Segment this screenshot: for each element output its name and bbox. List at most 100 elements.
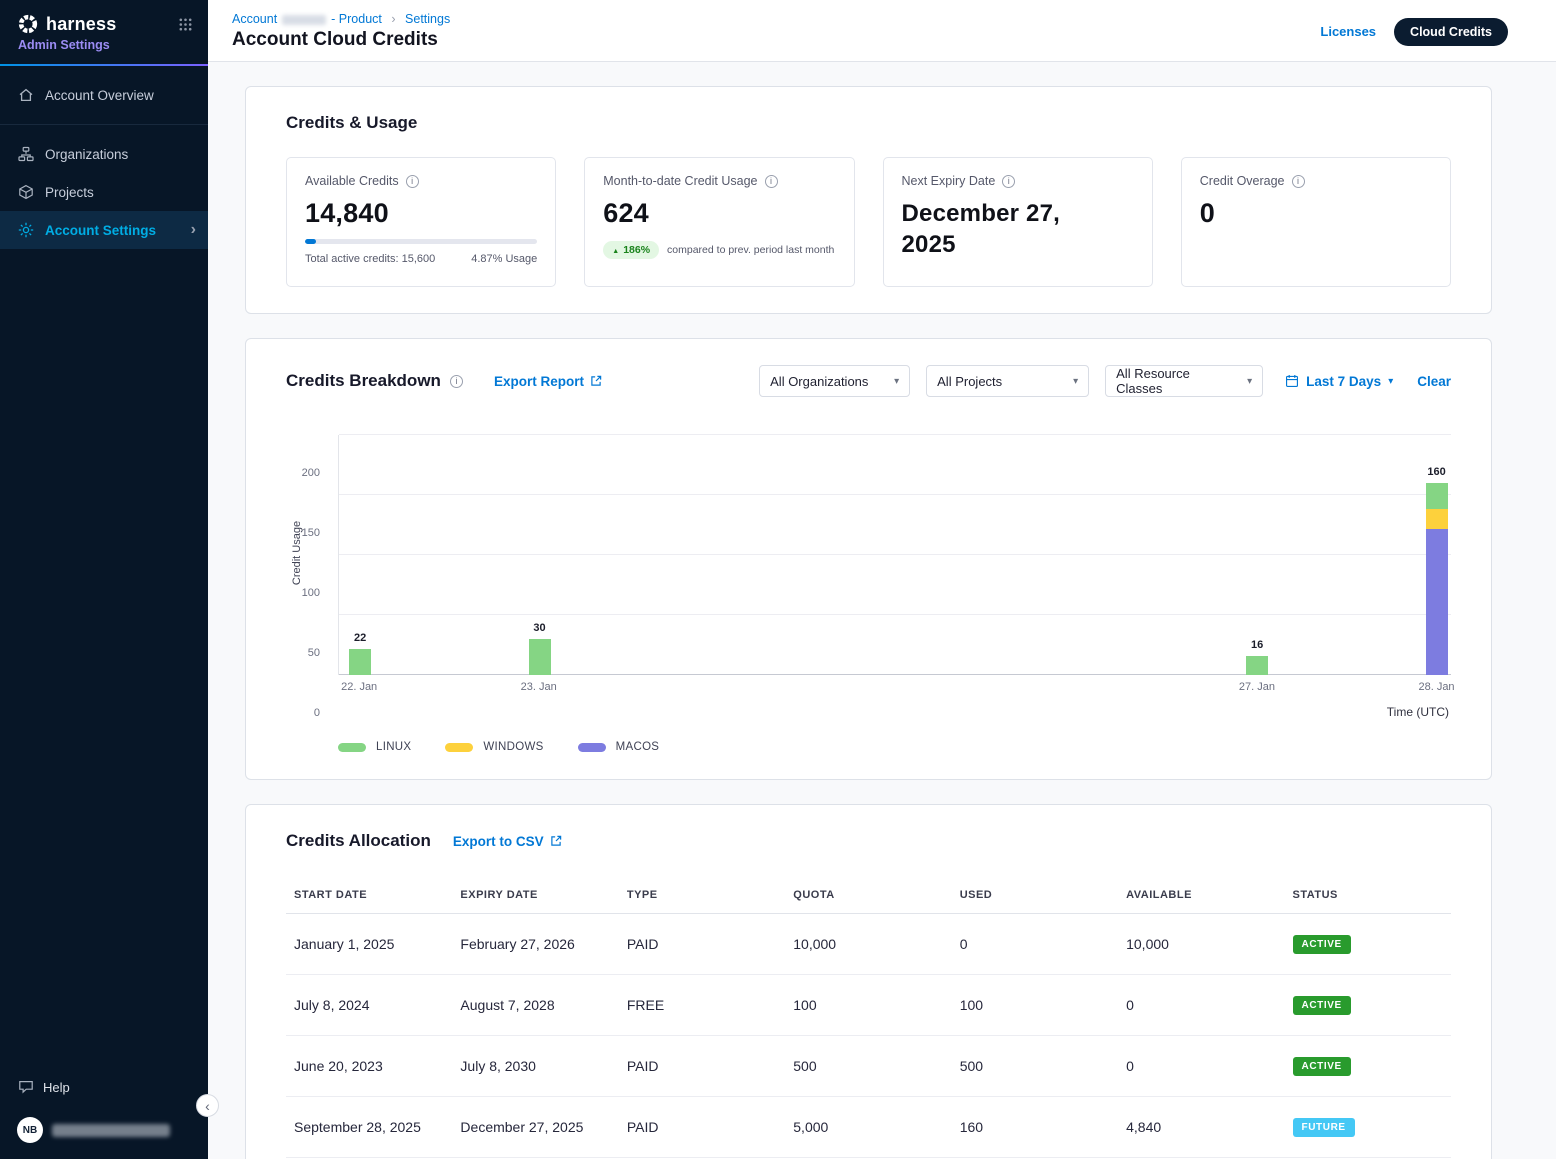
organizations-select[interactable]: All Organizations▾: [759, 365, 910, 397]
gridline: [339, 494, 1451, 495]
column-header: Quota: [785, 879, 951, 914]
delta-badge: 186%: [603, 241, 659, 259]
table-cell: 500: [785, 1036, 951, 1097]
bar-windows[interactable]: [1426, 509, 1448, 528]
credits-breakdown-title: Credits Breakdown: [286, 371, 441, 391]
gridline: [339, 674, 1451, 675]
table-cell: PAID: [619, 1036, 785, 1097]
info-icon[interactable]: [1292, 175, 1305, 188]
chevron-right-icon: ›: [191, 222, 196, 238]
next-expiry-value: December 27, 2025: [902, 198, 1092, 260]
bar-linux[interactable]: [529, 639, 551, 675]
sidebar-collapse-button[interactable]: ‹: [196, 1094, 219, 1117]
chart-x-axis-title: Time (UTC): [338, 705, 1451, 719]
date-range-filter[interactable]: Last 7 Days ▾: [1285, 374, 1393, 389]
table-cell: June 20, 2023: [286, 1036, 452, 1097]
table-cell: 0: [1118, 1036, 1284, 1097]
info-icon[interactable]: [765, 175, 778, 188]
bar-macos[interactable]: [1426, 529, 1448, 675]
brand-name[interactable]: harness: [46, 14, 116, 35]
bar-linux[interactable]: [349, 649, 371, 675]
status-badge: ACTIVE: [1293, 1057, 1351, 1076]
clear-filters-link[interactable]: Clear: [1417, 374, 1451, 389]
breadcrumb-settings-link[interactable]: Settings: [405, 12, 450, 26]
sidebar-item-label: Organizations: [45, 147, 128, 162]
sidebar-item-label: Projects: [45, 185, 94, 200]
app-switcher-icon[interactable]: [179, 18, 192, 31]
resource-classes-select[interactable]: All Resource Classes▾: [1105, 365, 1263, 397]
app-root: harness Admin Settings Account Overview: [0, 0, 1556, 1159]
breadcrumb-separator: ›: [391, 12, 395, 26]
projects-select[interactable]: All Projects▾: [926, 365, 1089, 397]
licenses-tab[interactable]: Licenses: [1320, 24, 1376, 39]
chevron-down-icon: ▾: [1073, 376, 1078, 387]
stat-card-next-expiry: Next Expiry Date December 27, 2025: [883, 157, 1153, 287]
stat-label: Credit Overage: [1200, 174, 1285, 188]
status-badge: ACTIVE: [1293, 935, 1351, 954]
table-cell: February 27, 2026: [452, 914, 618, 975]
chart-legend: LINUX WINDOWS MACOS: [338, 741, 1451, 753]
redacted-username: [52, 1124, 170, 1137]
table-cell: 10,000: [1118, 914, 1284, 975]
info-icon[interactable]: [406, 175, 419, 188]
bar-linux[interactable]: [1246, 656, 1268, 675]
table-cell: August 7, 2028: [452, 975, 618, 1036]
user-profile[interactable]: NB: [17, 1117, 191, 1143]
credits-progress-fill: [305, 239, 316, 244]
x-tick-label: 28. Jan: [1418, 681, 1454, 693]
credits-usage-title: Credits & Usage: [286, 113, 1451, 133]
y-tick-label: 150: [286, 527, 320, 539]
table-cell: PAID: [619, 914, 785, 975]
stat-label: Available Credits: [305, 174, 399, 188]
gridline: [339, 554, 1451, 555]
export-report-link[interactable]: Export Report: [494, 374, 602, 389]
credits-usage-card: Credits & Usage Available Credits 14,840…: [245, 86, 1492, 314]
bar-value-label: 30: [520, 622, 560, 634]
chart-plot: 223016160: [338, 435, 1451, 675]
sidebar-item-projects[interactable]: Projects: [0, 173, 208, 211]
legend-item-linux[interactable]: LINUX: [338, 741, 411, 753]
available-credits-value: 14,840: [305, 198, 537, 229]
info-icon[interactable]: [450, 375, 463, 388]
breadcrumb: Account - Product › Settings: [232, 12, 450, 26]
stat-card-available-credits: Available Credits 14,840 Total active cr…: [286, 157, 556, 287]
legend-item-macos[interactable]: MACOS: [578, 741, 660, 753]
table-cell: September 28, 2025: [286, 1097, 452, 1158]
credits-allocation-card: Credits Allocation Export to CSV Start D…: [245, 804, 1492, 1159]
external-link-icon: [550, 835, 562, 847]
sidebar-item-organizations[interactable]: Organizations: [0, 135, 208, 173]
y-tick-label: 0: [286, 707, 320, 719]
sidebar-item-account-overview[interactable]: Account Overview: [0, 76, 208, 114]
harness-logo-icon: [17, 13, 39, 35]
help-button[interactable]: Help: [17, 1079, 191, 1095]
gear-icon: [17, 222, 34, 238]
help-label: Help: [43, 1080, 70, 1095]
x-tick-label: 27. Jan: [1239, 681, 1275, 693]
table-cell: 0: [952, 914, 1118, 975]
column-header: Status: [1285, 879, 1451, 914]
y-tick-label: 50: [286, 647, 320, 659]
cloud-credits-tab[interactable]: Cloud Credits: [1394, 18, 1508, 46]
sidebar-item-label: Account Overview: [45, 88, 154, 103]
bar-linux[interactable]: [1426, 483, 1448, 509]
chart-x-axis: 22. Jan23. Jan27. Jan28. Jan: [338, 681, 1451, 697]
total-active-credits-label: Total active credits: 15,600: [305, 253, 435, 265]
breadcrumb-product-link[interactable]: - Product: [331, 12, 382, 26]
legend-label: MACOS: [616, 741, 660, 753]
x-tick-label: 22. Jan: [341, 681, 377, 693]
table-header-row: Start Date Expiry Date Type Quota Used A…: [286, 879, 1451, 914]
sidebar-divider: [0, 124, 208, 125]
credits-allocation-title: Credits Allocation: [286, 831, 431, 851]
info-icon[interactable]: [1002, 175, 1015, 188]
breadcrumb-account-link[interactable]: Account: [232, 12, 277, 26]
delta-note: compared to prev. period last month: [667, 244, 834, 256]
avatar[interactable]: NB: [17, 1117, 43, 1143]
stat-label: Month-to-date Credit Usage: [603, 174, 757, 188]
export-csv-link[interactable]: Export to CSV: [453, 834, 562, 849]
y-tick-label: 200: [286, 467, 320, 479]
allocation-table: Start Date Expiry Date Type Quota Used A…: [286, 879, 1451, 1158]
sidebar-item-account-settings[interactable]: Account Settings ›: [0, 211, 208, 249]
credits-progress-bar: [305, 239, 537, 244]
legend-item-windows[interactable]: WINDOWS: [445, 741, 543, 753]
table-cell: December 27, 2025: [452, 1097, 618, 1158]
